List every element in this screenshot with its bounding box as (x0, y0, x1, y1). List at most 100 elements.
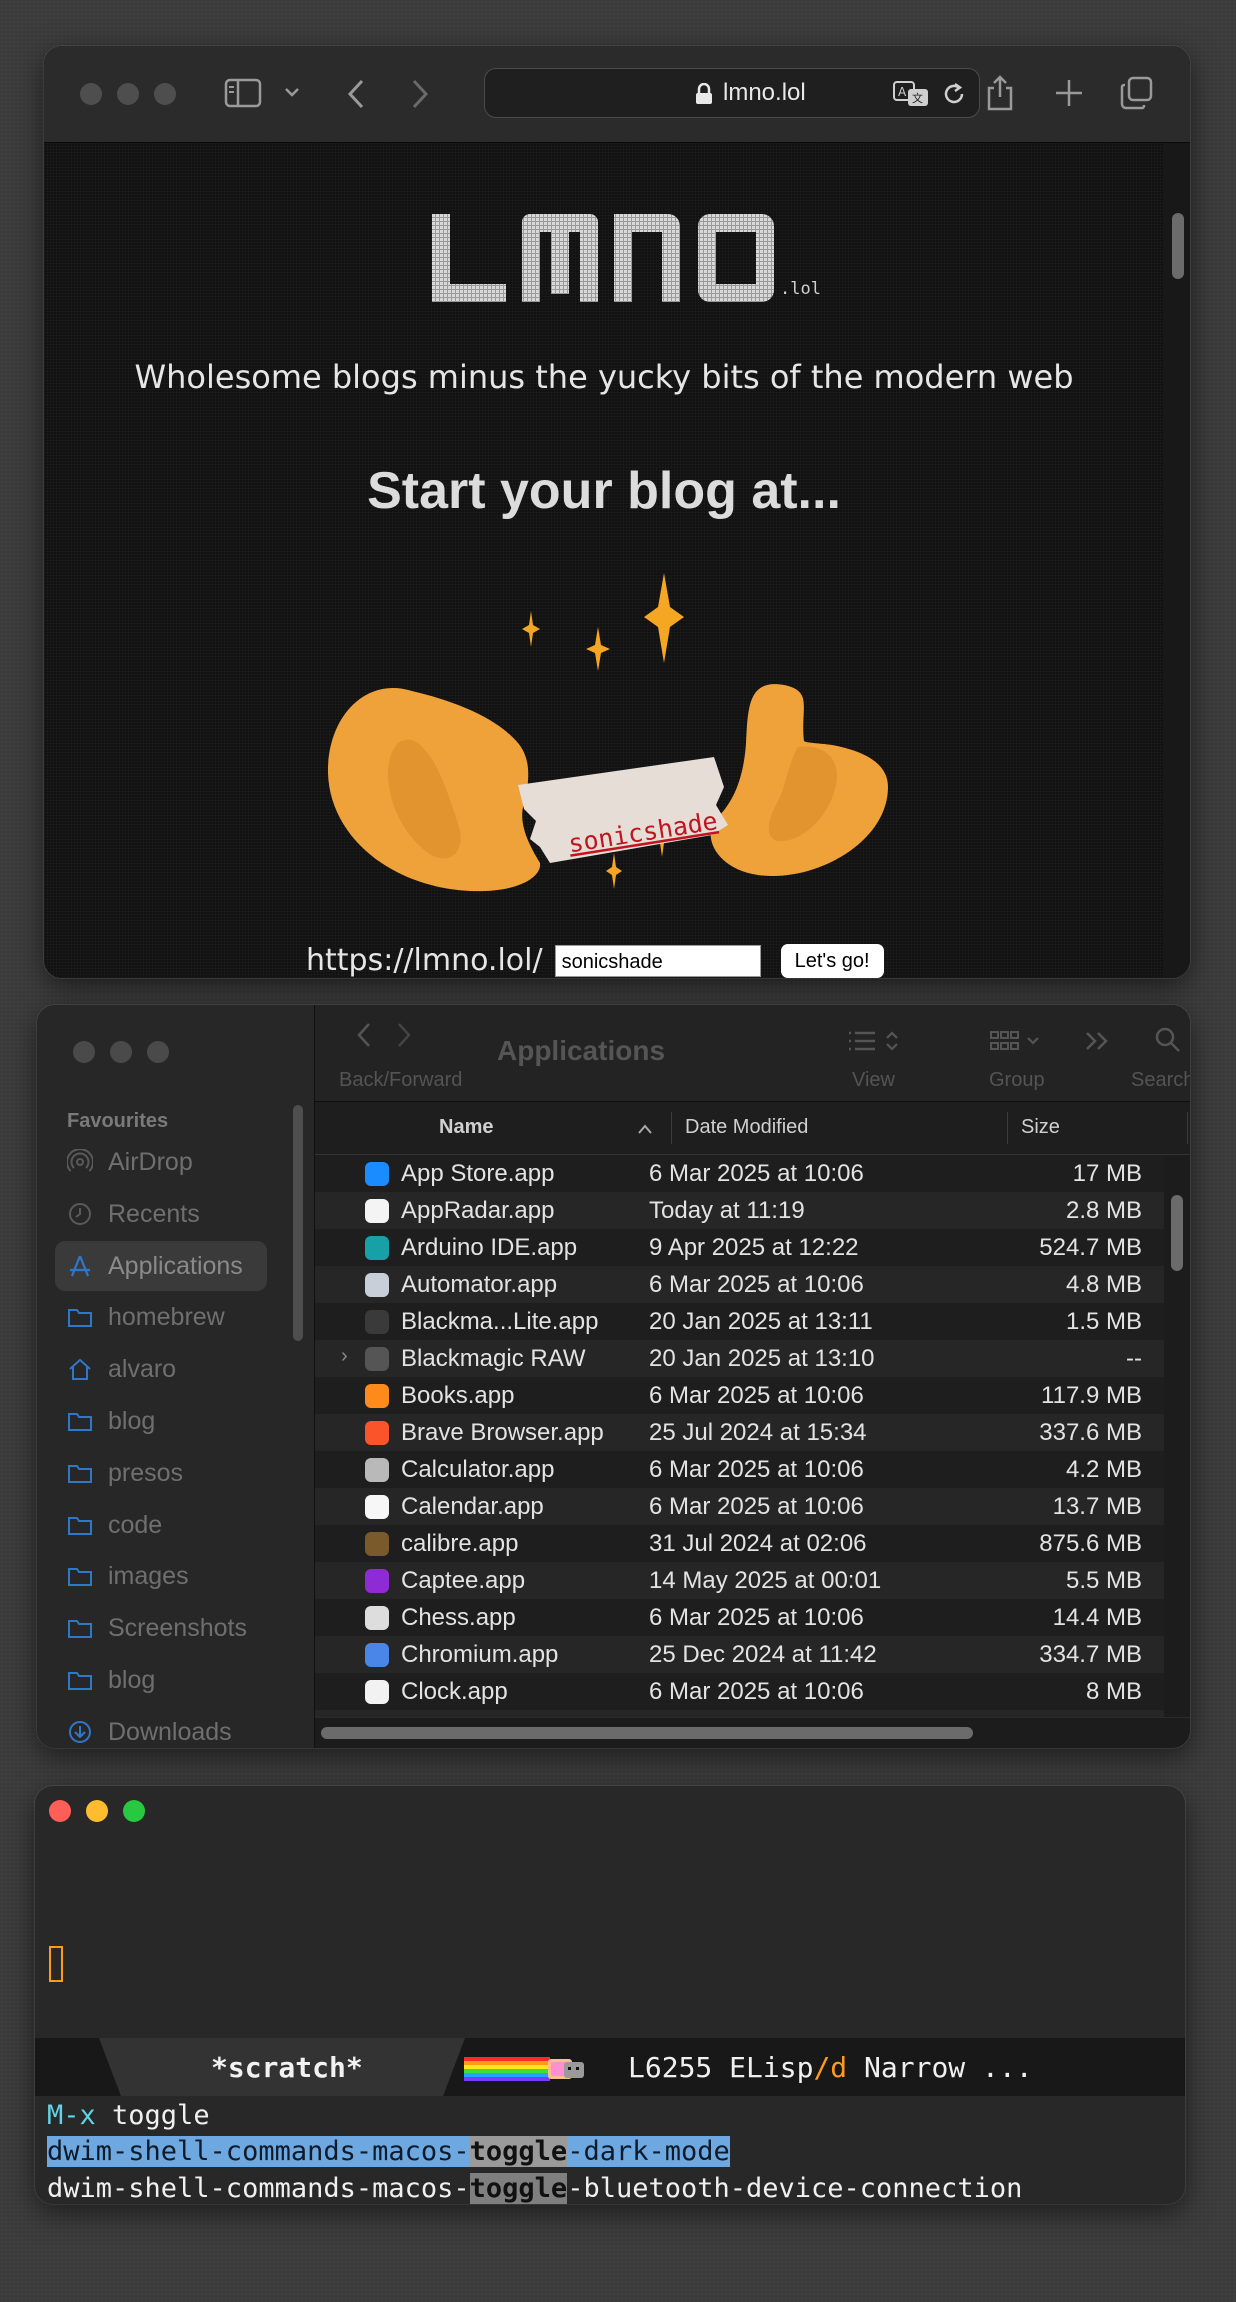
tagline: Wholesome blogs minus the yucky bits of … (134, 358, 1074, 396)
safari-toolbar: lmno.lol A文 (44, 46, 1190, 143)
sidebar-item-label: images (108, 1562, 189, 1591)
sidebar-item-label: Applications (108, 1251, 243, 1280)
table-row[interactable]: AppRadar.app Today at 11:19 2.8 MB (315, 1192, 1164, 1229)
mode-line: *scratch* L6255 ELisp/d Narrow ... (35, 2038, 1185, 2096)
minibuffer-prompt[interactable]: M-x toggle (47, 2100, 210, 2131)
minibuffer-input: toggle (95, 2100, 210, 2131)
col-name[interactable]: Name (439, 1116, 493, 1139)
text-cursor (49, 1946, 63, 1982)
table-row[interactable]: Clock.app 6 Mar 2025 at 10:06 8 MB (315, 1673, 1164, 1710)
new-tab-icon[interactable] (1054, 78, 1084, 108)
safari-scrollbar[interactable] (1164, 143, 1190, 978)
table-row[interactable]: › Blackmagic RAW 20 Jan 2025 at 13:10 -- (315, 1340, 1164, 1377)
sort-ascending-icon[interactable] (637, 1118, 653, 1141)
file-date: 6 Mar 2025 at 10:06 (649, 1382, 864, 1409)
completion-candidate[interactable]: dwim-shell-commands-macos-toggle-bluetoo… (47, 2173, 1022, 2204)
reload-icon[interactable] (941, 81, 967, 112)
completion-candidate-selected[interactable]: dwim-shell-commands-macos-toggle-dark-mo… (47, 2136, 730, 2167)
table-row[interactable]: Automator.app 6 Mar 2025 at 10:06 4.8 MB (315, 1266, 1164, 1303)
sidebar-item-images[interactable]: images (55, 1551, 267, 1601)
table-row[interactable]: App Store.app 6 Mar 2025 at 10:06 17 MB (315, 1155, 1164, 1192)
column-separator[interactable] (1007, 1112, 1008, 1144)
search-icon[interactable] (1155, 1027, 1181, 1059)
sidebar-item-blog[interactable]: blog (55, 1655, 267, 1705)
table-row[interactable]: calibre.app 31 Jul 2024 at 02:06 875.6 MB (315, 1525, 1164, 1562)
sidebar-item-homebrew[interactable]: homebrew (55, 1292, 267, 1342)
sidebar-item-recents[interactable]: Recents (55, 1189, 267, 1239)
sidebar-scrollbar[interactable] (293, 1105, 303, 1341)
group-icon[interactable] (989, 1029, 1043, 1059)
forward-arrow-icon[interactable] (395, 1021, 413, 1055)
folder-icon (67, 1667, 93, 1698)
sidebar-item-downloads[interactable]: Downloads (55, 1707, 267, 1748)
minimize-window-button[interactable] (110, 1041, 132, 1063)
back-arrow-icon[interactable] (346, 78, 366, 110)
list-vertical-scrollbar[interactable] (1164, 1155, 1190, 1718)
scroll-thumb[interactable] (1171, 1195, 1183, 1271)
minimize-window-button[interactable] (86, 1800, 108, 1822)
zoom-window-button[interactable] (147, 1041, 169, 1063)
table-row[interactable]: Blackma...Lite.app 20 Jan 2025 at 13:11 1.… (315, 1303, 1164, 1340)
close-window-button[interactable] (80, 83, 102, 105)
sidebar-item-applications[interactable]: Applications (55, 1240, 267, 1291)
table-row[interactable]: Chromium.app 25 Dec 2024 at 11:42 334.7 MB (315, 1636, 1164, 1673)
sparkle-icon (586, 627, 610, 671)
sidebar-icon[interactable] (224, 78, 262, 108)
disclosure-triangle-icon[interactable]: › (341, 1345, 348, 1368)
table-row[interactable]: Calendar.app 6 Mar 2025 at 10:06 13.7 MB (315, 1488, 1164, 1525)
minimize-window-button[interactable] (117, 83, 139, 105)
col-date[interactable]: Date Modified (685, 1116, 808, 1139)
sidebar-item-code[interactable]: code (55, 1500, 267, 1550)
column-separator[interactable] (671, 1112, 672, 1144)
app-icon (365, 1162, 389, 1186)
sidebar-item-presos[interactable]: presos (55, 1448, 267, 1498)
chevron-down-icon[interactable] (284, 86, 300, 98)
sidebar-item-screenshots[interactable]: Screenshots (55, 1603, 267, 1653)
file-size: 4.2 MB (1065, 1456, 1142, 1483)
table-row[interactable]: Chess.app 6 Mar 2025 at 10:06 14.4 MB (315, 1599, 1164, 1636)
svg-text:A: A (898, 85, 907, 99)
sidebar-item-blog[interactable]: blog (55, 1396, 267, 1446)
file-name: Automator.app (401, 1271, 558, 1298)
table-row[interactable]: Books.app 6 Mar 2025 at 10:06 117.9 MB (315, 1377, 1164, 1414)
app-icon (365, 1199, 389, 1223)
file-date: 25 Dec 2024 at 11:42 (649, 1641, 877, 1668)
web-page: .lol Wholesome blogs minus the yucky bit… (44, 143, 1164, 978)
table-row[interactable]: Arduino IDE.app 9 Apr 2025 at 12:22 524.7 … (315, 1229, 1164, 1266)
table-row[interactable]: Captee.app 14 May 2025 at 00:01 5.5 MB (315, 1562, 1164, 1599)
file-date: 6 Mar 2025 at 10:06 (649, 1456, 864, 1483)
app-icon (365, 1643, 389, 1667)
zoom-window-button[interactable] (123, 1800, 145, 1822)
sidebar-item-airdrop[interactable]: AirDrop (55, 1137, 267, 1187)
address-bar[interactable]: lmno.lol A文 (484, 68, 980, 118)
file-name: Books.app (401, 1382, 515, 1409)
folder-icon (67, 1408, 93, 1439)
table-row[interactable]: Brave Browser.app 25 Jul 2024 at 15:34 337… (315, 1414, 1164, 1451)
more-icon[interactable] (1083, 1029, 1113, 1059)
close-window-button[interactable] (73, 1041, 95, 1063)
table-row[interactable]: Calculator.app 6 Mar 2025 at 10:06 4.2 MB (315, 1451, 1164, 1488)
list-horizontal-scrollbar[interactable] (315, 1717, 1190, 1748)
buffer-name[interactable]: *scratch* (211, 2051, 363, 2084)
forward-arrow-icon[interactable] (410, 78, 430, 110)
file-date: 6 Mar 2025 at 10:06 (649, 1160, 864, 1187)
scroll-thumb[interactable] (1172, 213, 1184, 279)
file-date: 20 Jan 2025 at 13:11 (649, 1308, 873, 1335)
share-icon[interactable] (984, 74, 1016, 112)
file-size: 8 MB (1085, 1678, 1142, 1705)
col-size[interactable]: Size (1021, 1116, 1060, 1139)
zoom-window-button[interactable] (154, 83, 176, 105)
translate-icon[interactable]: A文 (893, 81, 929, 112)
headline: Start your blog at... (367, 462, 841, 520)
sidebar-item-alvaro[interactable]: alvaro (55, 1344, 267, 1394)
back-arrow-icon[interactable] (355, 1021, 373, 1055)
blog-name-input[interactable]: sonicshade (554, 944, 761, 977)
tab-overview-icon[interactable] (1120, 76, 1154, 110)
lets-go-button[interactable]: Let's go! (780, 943, 884, 978)
list-view-icon[interactable] (847, 1029, 901, 1059)
scroll-thumb[interactable] (321, 1727, 973, 1739)
close-window-button[interactable] (49, 1800, 71, 1822)
claim-url-row: https://lmno.lol/ sonicshade Let's go! (306, 943, 884, 978)
column-separator[interactable] (1187, 1112, 1188, 1144)
app-icon (365, 1680, 389, 1704)
